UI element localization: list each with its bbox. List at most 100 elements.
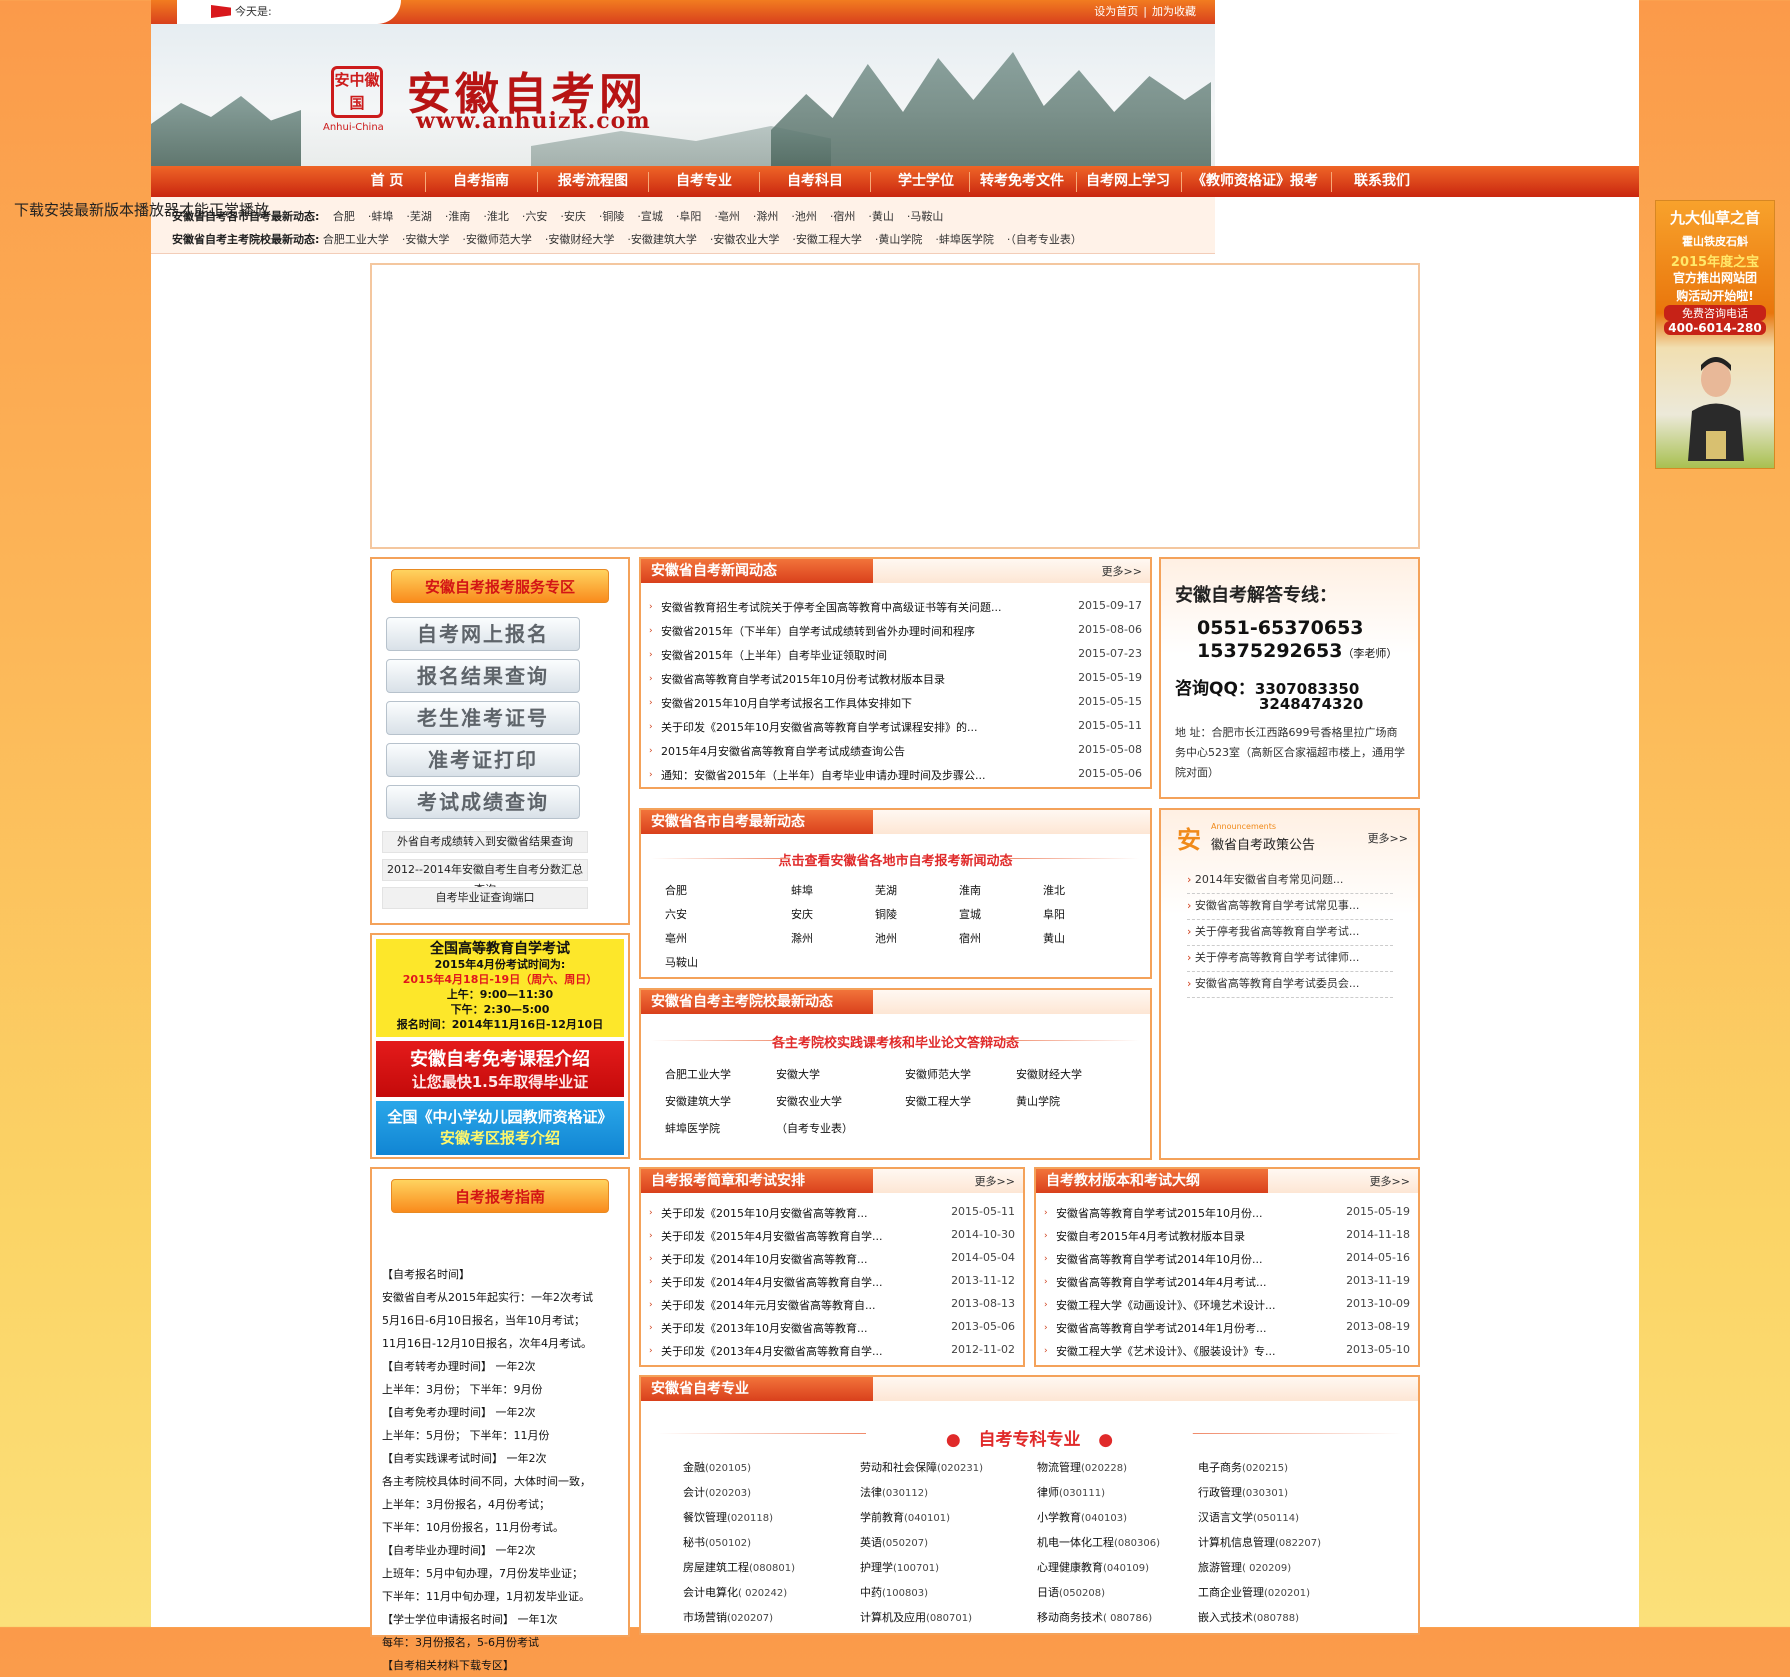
city-link[interactable]: ·安庆 [560, 210, 586, 223]
school-cell[interactable]: 安徽大学 [776, 1066, 820, 1082]
city-link[interactable]: ·亳州 [714, 210, 740, 223]
school-link[interactable]: ·安徽农业大学 [710, 233, 780, 246]
exam-time-banner[interactable]: 全国高等教育自学考试 2015年4月份考试时间为: 2015年4月18日-19日… [376, 939, 624, 1037]
exempt-course-banner[interactable]: 安徽自考免考课程介绍 让您最快1.5年取得毕业证 [376, 1041, 624, 1097]
major-cell[interactable]: 嵌入式技术(080788) [1198, 1609, 1299, 1625]
city-cell[interactable]: 黄山 [1043, 930, 1065, 946]
city-link[interactable]: ·宣城 [637, 210, 663, 223]
school-link[interactable]: ·安徽财经大学 [545, 233, 615, 246]
nav-degree[interactable]: 学士学位 [876, 166, 976, 197]
school-cell[interactable]: 蚌埠医学院 [665, 1120, 720, 1136]
nav-majors[interactable]: 自考专业 [654, 166, 754, 197]
list-item[interactable]: › 安徽工程大学《动画设计》、《环境艺术设计... 2013-10-09 [1044, 1297, 1410, 1317]
city-link[interactable]: ·铜陵 [599, 210, 625, 223]
nav-guide[interactable]: 自考指南 [431, 166, 531, 197]
list-item[interactable]: › 安徽省高等教育自学考试2015年10月份... 2015-05-19 [1044, 1205, 1410, 1225]
transfer-query-link[interactable]: 外省自考成绩转入到安徽省结果查询 [382, 831, 588, 853]
list-item[interactable]: › 关于印发《2013年4月安徽省高等教育自学... 2012-11-02 [649, 1343, 1015, 1363]
major-cell[interactable]: 会计电算化( 020242) [683, 1584, 787, 1600]
city-link[interactable]: ·芜湖 [406, 210, 432, 223]
registration-result-button[interactable]: 报名结果查询 [386, 659, 580, 693]
city-link[interactable]: 合肥 [333, 210, 355, 223]
major-cell[interactable]: 金融(020105) [683, 1459, 751, 1475]
nav-home[interactable]: 首 页 [355, 166, 419, 197]
flash-player-notice[interactable]: 下载安装最新版本播放器才能正常播放 [14, 199, 269, 220]
school-link[interactable]: 合肥工业大学 [323, 233, 389, 246]
textbooks-more-link[interactable]: 更多>> [1370, 1173, 1410, 1189]
school-cell[interactable]: 合肥工业大学 [665, 1066, 731, 1082]
school-cell[interactable]: 安徽工程大学 [905, 1093, 971, 1109]
list-item[interactable]: › 关于印发《2015年10月安徽省高等教育自学考试课程安排》的... 2015-0… [649, 719, 1142, 739]
city-link[interactable]: ·马鞍山 [907, 210, 944, 223]
list-item[interactable]: › 安徽省高等教育自学考试常见事... [1187, 894, 1393, 920]
school-link[interactable]: ·黄山学院 [875, 233, 923, 246]
city-link[interactable]: ·黄山 [868, 210, 894, 223]
list-item[interactable]: › 通知：安徽省2015年（上半年）自考毕业申请办理时间及步骤公... 2015-0… [649, 767, 1142, 787]
school-cell[interactable]: 安徽师范大学 [905, 1066, 971, 1082]
major-cell[interactable]: 移动商务技术( 080786) [1037, 1609, 1152, 1625]
nav-transfer[interactable]: 转考免考文件 [971, 166, 1073, 197]
major-cell[interactable]: 市场营销(020207) [683, 1609, 773, 1625]
school-link[interactable]: ·蚌埠医学院 [935, 233, 994, 246]
list-item[interactable]: › 安徽省高等教育自学考试委员会... [1187, 972, 1393, 998]
school-cell[interactable]: 黄山学院 [1016, 1093, 1060, 1109]
major-cell[interactable]: 工商企业管理(020201) [1198, 1584, 1310, 1600]
list-item[interactable]: › 安徽省2015年10月自学考试报名工作具体安排如下 2015-05-15 [649, 695, 1142, 715]
schools-subtitle[interactable]: 各主考院校实践课考核和毕业论文答辩动态 [641, 1032, 1150, 1051]
list-item[interactable]: › 安徽省高等教育自学考试2014年1月份考... 2013-08-19 [1044, 1320, 1410, 1340]
school-link[interactable]: ·安徽大学 [402, 233, 450, 246]
list-item[interactable]: › 关于印发《2015年10月安徽省高等教育... 2015-05-11 [649, 1205, 1015, 1225]
admission-print-button[interactable]: 准考证打印 [386, 743, 580, 777]
major-cell[interactable]: 日语(050208) [1037, 1584, 1105, 1600]
list-item[interactable]: › 2014年安徽省自考常见问题... [1187, 868, 1393, 894]
list-item[interactable]: › 安徽工程大学《艺术设计》、《服装设计》专... 2013-05-10 [1044, 1343, 1410, 1363]
city-link[interactable]: ·滁州 [753, 210, 779, 223]
city-cell[interactable]: 芜湖 [875, 882, 897, 898]
city-cell[interactable]: 宣城 [959, 906, 981, 922]
city-cell[interactable]: 蚌埠 [791, 882, 813, 898]
city-cell[interactable]: 淮北 [1043, 882, 1065, 898]
list-item[interactable]: › 关于停考高等教育自学考试律师... [1187, 946, 1393, 972]
list-item[interactable]: › 关于印发《2014年10月安徽省高等教育... 2014-05-04 [649, 1251, 1015, 1271]
list-item[interactable]: › 安徽省教育招生考试院关于停考全国高等教育中高级证书等有关问题... 2015-0… [649, 599, 1142, 619]
school-link[interactable]: ·安徽工程大学 [792, 233, 862, 246]
school-link[interactable]: ·安徽建筑大学 [627, 233, 697, 246]
school-cell[interactable]: 安徽农业大学 [776, 1093, 842, 1109]
list-item[interactable]: › 关于印发《2014年元月安徽省高等教育自... 2013-08-13 [649, 1297, 1015, 1317]
city-cell[interactable]: 合肥 [665, 882, 687, 898]
cities-subtitle[interactable]: 点击查看安徽省各地市自考报考新闻动态 [641, 850, 1150, 869]
list-item[interactable]: › 关于印发《2013年10月安徽省高等教育... 2013-05-06 [649, 1320, 1015, 1340]
city-link[interactable]: ·蚌埠 [368, 210, 394, 223]
major-cell[interactable]: 心理健康教育(040109) [1037, 1559, 1149, 1575]
major-cell[interactable]: 电子商务(020215) [1198, 1459, 1288, 1475]
city-link[interactable]: ·淮南 [445, 210, 471, 223]
exams-more-link[interactable]: 更多>> [975, 1173, 1015, 1189]
list-item[interactable]: › 安徽省高等教育自学考试2014年4月考试... 2013-11-19 [1044, 1274, 1410, 1294]
diploma-query-link[interactable]: 自考毕业证查询端口 [382, 887, 588, 909]
list-item[interactable]: › 安徽省2015年（上半年）自考毕业证领取时间 2015-07-23 [649, 647, 1142, 667]
major-cell[interactable]: 法律(030112) [860, 1484, 928, 1500]
major-cell[interactable]: 餐饮管理(020118) [683, 1509, 773, 1525]
nav-subjects[interactable]: 自考科目 [765, 166, 865, 197]
major-cell[interactable]: 中药(100803) [860, 1584, 928, 1600]
school-cell[interactable]: 安徽财经大学 [1016, 1066, 1082, 1082]
nav-teacher-cert[interactable]: 《教师资格证》报考 [1183, 166, 1327, 197]
list-item[interactable]: › 安徽自考2015年4月考试教材版本目录 2014-11-18 [1044, 1228, 1410, 1248]
city-cell[interactable]: 滁州 [791, 930, 813, 946]
major-cell[interactable]: 秘书(050102) [683, 1534, 751, 1550]
city-cell[interactable]: 阜阳 [1043, 906, 1065, 922]
school-cell[interactable]: （自考专业表） [776, 1120, 853, 1136]
city-cell[interactable]: 亳州 [665, 930, 687, 946]
city-cell[interactable]: 淮南 [959, 882, 981, 898]
flash-player-area[interactable] [370, 263, 1420, 549]
city-cell[interactable]: 六安 [665, 906, 687, 922]
policy-more-link[interactable]: 更多>> [1368, 830, 1408, 846]
list-item[interactable]: › 关于印发《2015年4月安徽省高等教育自学... 2014-10-30 [649, 1228, 1015, 1248]
admission-number-button[interactable]: 老生准考证号 [386, 701, 580, 735]
city-link[interactable]: ·池州 [791, 210, 817, 223]
news-more-link[interactable]: 更多>> [1102, 563, 1142, 579]
list-item[interactable]: › 关于停考我省高等教育自学考试... [1187, 920, 1393, 946]
score-query-button[interactable]: 考试成绩查询 [386, 785, 580, 819]
major-cell[interactable]: 旅游管理( 020209) [1198, 1559, 1291, 1575]
nav-contact[interactable]: 联系我们 [1337, 166, 1427, 197]
